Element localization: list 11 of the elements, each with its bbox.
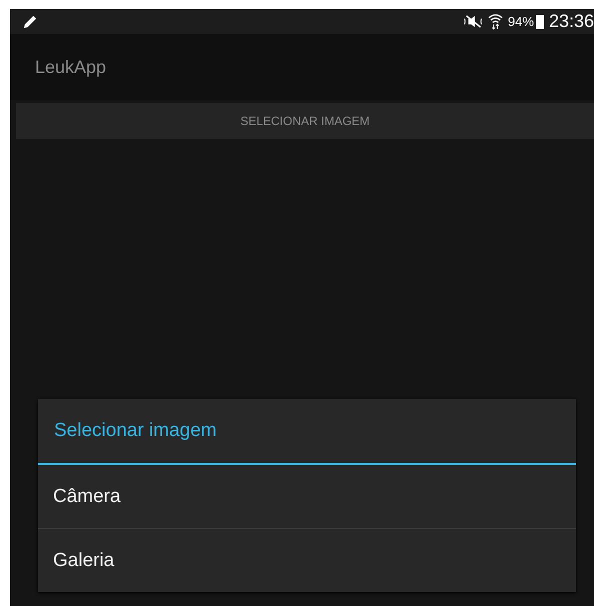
battery-icon xyxy=(536,14,544,28)
select-image-button[interactable]: SELECIONAR IMAGEM xyxy=(16,103,594,139)
clock: 23:36 xyxy=(548,11,594,32)
app-title: LeukApp xyxy=(35,56,106,78)
wifi-icon xyxy=(488,13,503,30)
mute-icon xyxy=(462,14,483,29)
dialog-option[interactable]: Galeria xyxy=(38,529,576,592)
pencil-icon xyxy=(22,13,39,30)
dialog-title: Selecionar imagem xyxy=(53,419,218,443)
battery-level: 94% xyxy=(508,14,534,29)
dialog-option[interactable]: Câmera xyxy=(38,465,576,528)
